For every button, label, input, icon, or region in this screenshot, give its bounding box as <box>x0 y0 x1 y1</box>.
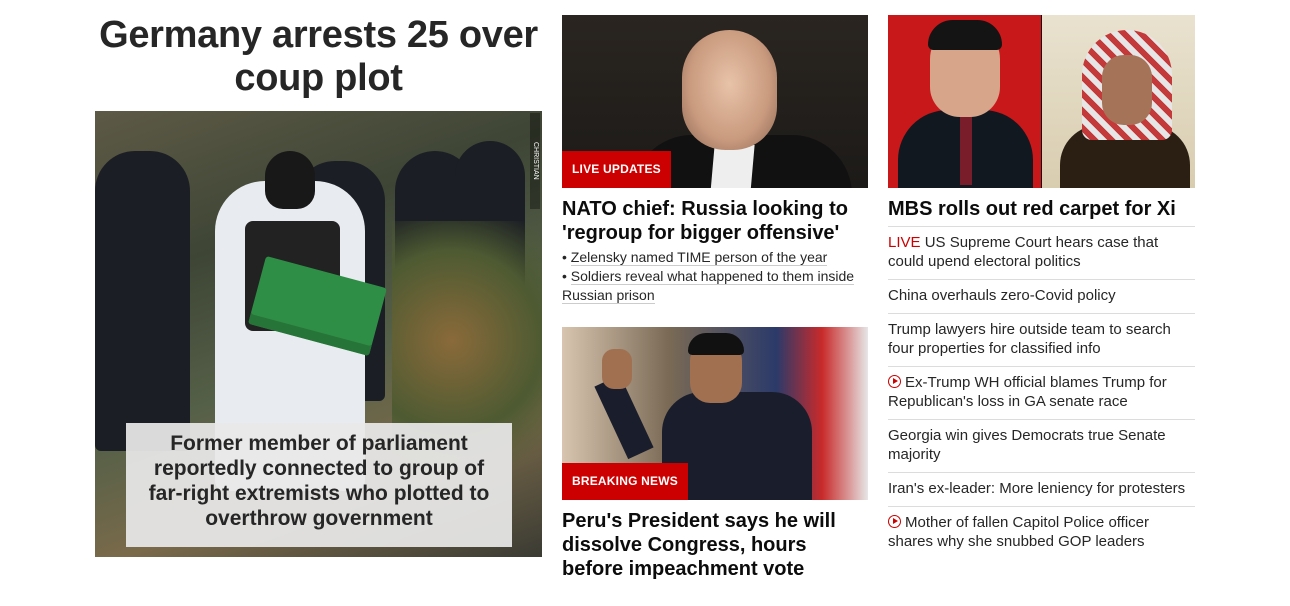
photo-balaclava <box>265 151 315 209</box>
headline-link[interactable]: US Supreme Court hears case that could u… <box>888 234 1158 270</box>
headline-link[interactable]: Trump lawyers hire outside team to searc… <box>888 321 1171 357</box>
play-video-icon <box>888 515 901 528</box>
breaking-news-badge: BREAKING NEWS <box>562 463 688 500</box>
peru-story-headline[interactable]: Peru's President says he will dissolve C… <box>562 509 868 581</box>
peru-story-photo[interactable]: BREAKING NEWS <box>562 327 868 500</box>
headline-list-item[interactable]: China overhauls zero-Covid policy <box>888 279 1195 313</box>
lead-headline[interactable]: Germany arrests 25 over coup plot <box>95 14 542 100</box>
headline-list-item[interactable]: Trump lawyers hire outside team to searc… <box>888 313 1195 366</box>
photo-figure <box>95 151 190 451</box>
live-tag: LIVE <box>888 234 921 251</box>
headline-list-item[interactable]: Mother of fallen Capitol Police officer … <box>888 506 1195 559</box>
related-link[interactable]: • Zelensky named TIME person of the year <box>562 248 868 267</box>
photo-left-panel <box>888 15 1041 188</box>
live-updates-badge: LIVE UPDATES <box>562 151 671 188</box>
headline-list-item[interactable]: Iran's ex-leader: More leniency for prot… <box>888 472 1195 506</box>
related-link[interactable]: • Soldiers reveal what happened to them … <box>562 267 868 305</box>
photo-face <box>1102 55 1152 125</box>
photo-right-panel <box>1042 15 1195 188</box>
nato-related-links: • Zelensky named TIME person of the year… <box>562 248 868 305</box>
nato-story-headline[interactable]: NATO chief: Russia looking to 'regroup f… <box>562 197 868 245</box>
mbs-xi-story-photo[interactable] <box>888 15 1195 188</box>
headline-link[interactable]: Mother of fallen Capitol Police officer … <box>888 514 1149 550</box>
headline-list: LIVE US Supreme Court hears case that co… <box>888 226 1195 559</box>
photo-tie <box>960 115 972 185</box>
photo-collar <box>709 145 755 188</box>
related-link-text[interactable]: Zelensky named TIME person of the year <box>570 249 828 266</box>
headline-link[interactable]: Georgia win gives Democrats true Senate … <box>888 427 1166 463</box>
photo-hair <box>928 20 1002 50</box>
nato-story-photo[interactable]: LIVE UPDATES <box>562 15 868 188</box>
mbs-story-headline[interactable]: MBS rolls out red carpet for Xi <box>888 197 1195 221</box>
headline-list-item[interactable]: Georgia win gives Democrats true Senate … <box>888 419 1195 472</box>
headline-link[interactable]: China overhauls zero-Covid policy <box>888 287 1116 304</box>
headline-list-item[interactable]: LIVE US Supreme Court hears case that co… <box>888 226 1195 279</box>
play-video-icon <box>888 375 901 388</box>
related-link-text[interactable]: Soldiers reveal what happened to them in… <box>562 268 855 304</box>
photo-credit: CHRISTIAN MANG/REUTERS <box>530 113 540 209</box>
lead-caption[interactable]: Former member of parliament reportedly c… <box>126 431 512 531</box>
headline-link[interactable]: Ex-Trump WH official blames Trump for Re… <box>888 374 1167 410</box>
headline-list-item[interactable]: Ex-Trump WH official blames Trump for Re… <box>888 366 1195 419</box>
photo-hair <box>688 333 744 355</box>
headline-link[interactable]: Iran's ex-leader: More leniency for prot… <box>888 480 1185 497</box>
photo-face <box>682 30 777 150</box>
lead-caption-box[interactable]: Former member of parliament reportedly c… <box>126 423 512 547</box>
photo-waving-hand <box>602 349 632 389</box>
